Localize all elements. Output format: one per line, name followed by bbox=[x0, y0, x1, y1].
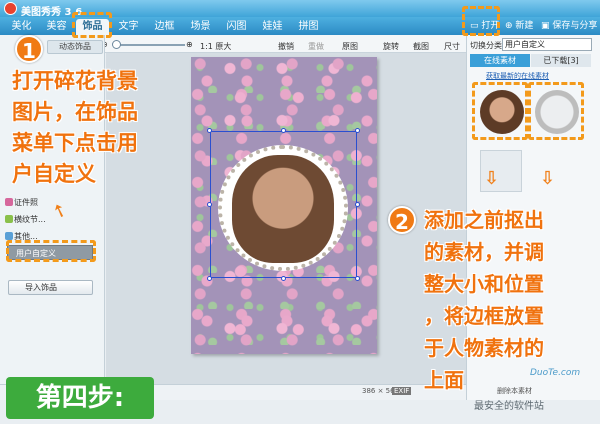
category-id-photo[interactable]: 证件照 bbox=[14, 197, 38, 208]
import-accessory-button[interactable]: 导入饰品 bbox=[8, 280, 93, 295]
step-one-badge: 1 bbox=[15, 35, 43, 63]
resize-handle[interactable] bbox=[355, 276, 360, 281]
selection-box[interactable] bbox=[210, 131, 357, 278]
tab-beauty[interactable]: 美容 bbox=[40, 19, 73, 35]
step-four-label: 第四步: bbox=[6, 377, 154, 419]
category-icon bbox=[5, 198, 13, 206]
original-size-button[interactable]: 1:1 原大 bbox=[200, 41, 231, 52]
save-label: 保存与分享 bbox=[552, 21, 598, 31]
step-one-line: 打开碎花背景 bbox=[12, 69, 138, 93]
step-two-line: 的素材，并调 bbox=[424, 240, 544, 264]
tab-text[interactable]: 文字 bbox=[112, 19, 145, 35]
step-one-line: 图片，在饰品 bbox=[12, 100, 138, 124]
step-two-line: 添加之前抠出 bbox=[424, 208, 544, 232]
crop-button[interactable]: 截图 bbox=[413, 41, 429, 52]
exif-badge[interactable]: EXIF bbox=[392, 387, 412, 395]
resize-handle[interactable] bbox=[281, 276, 286, 281]
watermark-brand: DuoTe.com bbox=[530, 368, 581, 378]
highlight-frame-thumb bbox=[528, 82, 584, 140]
resize-handle[interactable] bbox=[207, 202, 212, 207]
tab-downloaded[interactable]: 已下载[3] bbox=[531, 54, 591, 67]
step-two-line: 上面 bbox=[424, 368, 464, 392]
arrow-down-icon: ⇩ bbox=[484, 168, 500, 189]
step-two-badge: 2 bbox=[388, 206, 416, 234]
save-share-button[interactable]: ▣ 保存与分享 bbox=[541, 17, 597, 35]
highlight-open-button bbox=[462, 6, 500, 36]
tab-scene[interactable]: 场景 bbox=[184, 19, 217, 35]
category-icon bbox=[5, 215, 13, 223]
dynamic-accessories-tab[interactable]: 动态饰品 bbox=[47, 40, 103, 54]
tab-beautify[interactable]: 美化 bbox=[5, 19, 38, 35]
arrow-down-icon: ⇩ bbox=[540, 168, 556, 189]
step-two-line: 整大小和位置 bbox=[424, 272, 544, 296]
rotate-button[interactable]: 旋转 bbox=[383, 41, 399, 52]
category-switch-label: 切换分类 bbox=[470, 41, 502, 50]
watermark-text: 最安全的软件站 bbox=[474, 401, 544, 412]
zoom-in-icon[interactable]: ⊕ bbox=[186, 40, 193, 49]
resize-button[interactable]: 尺寸 bbox=[444, 41, 460, 52]
step-two-line: ，将边框放置 bbox=[424, 304, 544, 328]
zoom-slider-track[interactable] bbox=[115, 44, 185, 46]
category-pattern[interactable]: 横纹节... bbox=[14, 214, 46, 225]
app-window: 美图秀秀 3.6 美化 美容 饰品 文字 边框 场景 闪图 娃娃 拼图 ▭ 打开… bbox=[0, 0, 600, 424]
step-two-text: 添加之前抠出 的素材，并调 整大小和位置 ，将边框放置 于人物素材的 上面 bbox=[424, 204, 544, 396]
plus-icon: ⊕ bbox=[505, 21, 513, 31]
new-label: 新建 bbox=[515, 21, 534, 31]
redo-button[interactable]: 重做 bbox=[308, 41, 324, 52]
get-latest-materials-link[interactable]: 获取最新的在线素材 bbox=[486, 71, 549, 81]
resize-handle[interactable] bbox=[355, 128, 360, 133]
tab-online-materials[interactable]: 在线素材 bbox=[470, 54, 530, 67]
app-logo-icon bbox=[4, 2, 17, 15]
step-one-line: 菜单下点击用 bbox=[12, 131, 138, 155]
original-button[interactable]: 原图 bbox=[342, 41, 358, 52]
step-two-line: 于人物素材的 bbox=[424, 336, 544, 360]
save-icon: ▣ bbox=[541, 21, 550, 31]
step-one-line: 户自定义 bbox=[12, 162, 96, 186]
resize-handle[interactable] bbox=[355, 202, 360, 207]
resize-handle[interactable] bbox=[281, 128, 286, 133]
zoom-slider-knob[interactable] bbox=[112, 40, 121, 49]
tab-flash[interactable]: 闪图 bbox=[220, 19, 253, 35]
new-button[interactable]: ⊕ 新建 bbox=[505, 17, 533, 35]
highlight-user-defined bbox=[6, 240, 96, 262]
category-icon bbox=[5, 232, 13, 240]
tab-frame[interactable]: 边框 bbox=[148, 19, 181, 35]
resize-handle[interactable] bbox=[207, 128, 212, 133]
highlight-portrait-thumb bbox=[472, 82, 528, 140]
undo-button[interactable]: 撤销 bbox=[278, 41, 294, 52]
highlight-accessories-tab bbox=[72, 12, 112, 38]
category-select[interactable]: 用户自定义 bbox=[502, 38, 592, 51]
tab-collage[interactable]: 拼图 bbox=[292, 19, 325, 35]
step-one-text: 打开碎花背景 图片，在饰品 菜单下点击用 户自定义 bbox=[12, 66, 138, 190]
tab-doll[interactable]: 娃娃 bbox=[256, 19, 289, 35]
resize-handle[interactable] bbox=[207, 276, 212, 281]
